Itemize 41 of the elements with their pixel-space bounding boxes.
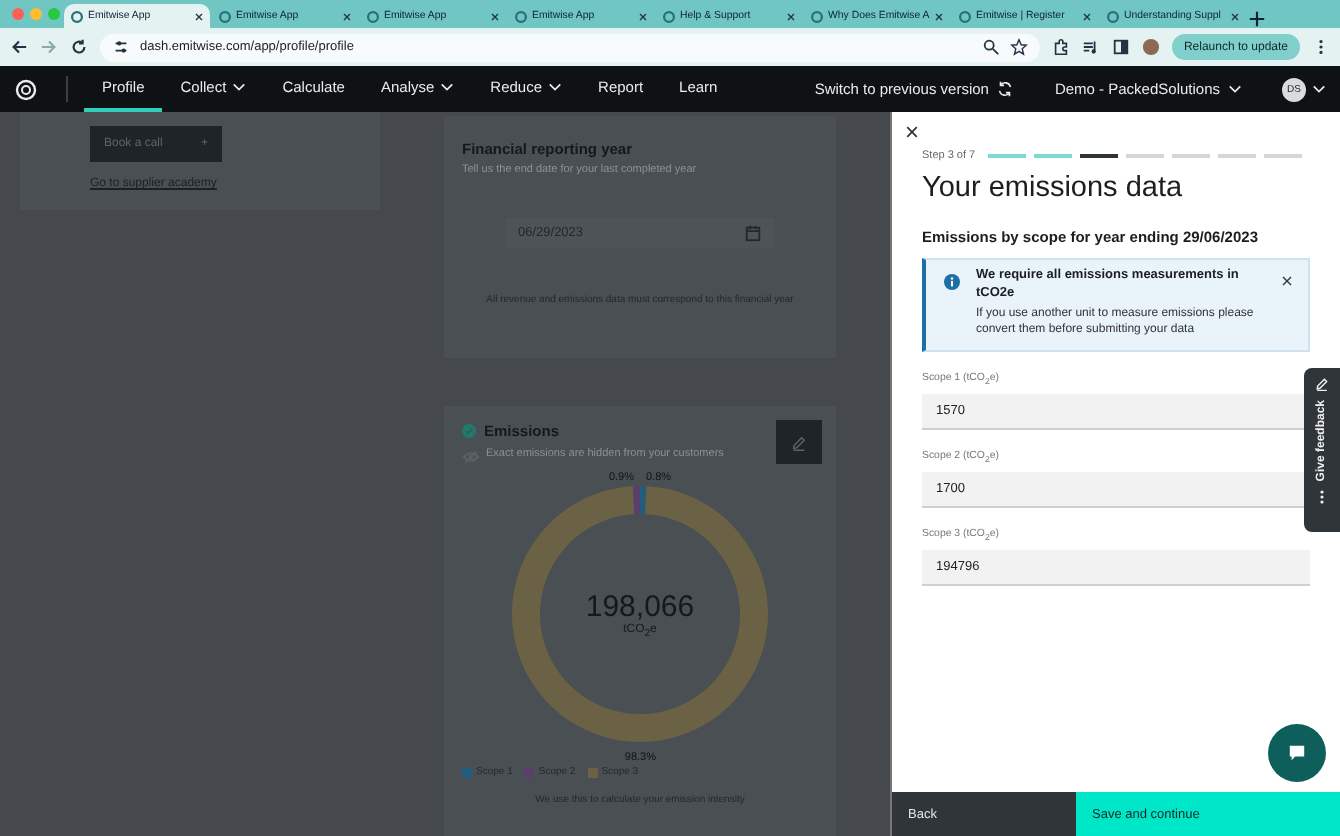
ring-icon <box>70 9 84 23</box>
close-icon[interactable] <box>934 11 944 21</box>
sidebar-icon[interactable] <box>1111 38 1130 56</box>
dots-icon <box>1318 489 1326 504</box>
ring-icon <box>1106 9 1120 23</box>
star-icon[interactable] <box>1009 38 1028 56</box>
close-icon[interactable] <box>1282 276 1292 286</box>
close-icon[interactable] <box>1082 11 1092 21</box>
media-icon[interactable] <box>1081 38 1100 56</box>
close-icon[interactable] <box>906 126 918 138</box>
close-icon[interactable] <box>1230 11 1240 21</box>
chat-button[interactable] <box>1268 724 1326 782</box>
info-icon <box>944 274 960 290</box>
close-icon[interactable] <box>194 11 204 21</box>
close-icon[interactable] <box>786 11 796 21</box>
check-circle-icon <box>462 424 476 438</box>
ring-icon <box>958 9 972 23</box>
panel-title: Your emissions data <box>922 172 1185 204</box>
sliders-icon[interactable] <box>112 38 130 56</box>
puzzle-icon[interactable] <box>1051 38 1070 56</box>
plus-icon[interactable] <box>1248 10 1266 28</box>
caret-icon <box>1312 84 1326 94</box>
refresh-icon <box>996 80 1015 98</box>
close-icon[interactable] <box>490 11 500 21</box>
profile-avatar-icon[interactable] <box>1141 38 1160 56</box>
pencil-icon <box>1314 376 1330 392</box>
reload-icon[interactable] <box>70 38 88 56</box>
close-icon[interactable] <box>342 11 352 21</box>
ring-icon <box>514 9 528 23</box>
total-value: 198,066 <box>585 590 695 624</box>
back-arrow-icon[interactable] <box>10 38 28 56</box>
caret-icon <box>1228 84 1242 94</box>
zoom-icon[interactable] <box>981 38 1000 56</box>
ring-icon <box>218 9 232 23</box>
ring-icon <box>366 9 380 23</box>
pencil-icon <box>790 433 808 451</box>
logo-icon[interactable] <box>14 77 38 101</box>
close-icon[interactable] <box>638 11 648 21</box>
ring-icon <box>662 9 676 23</box>
ring-icon <box>810 9 824 23</box>
speech-bubble-icon <box>1288 744 1306 762</box>
